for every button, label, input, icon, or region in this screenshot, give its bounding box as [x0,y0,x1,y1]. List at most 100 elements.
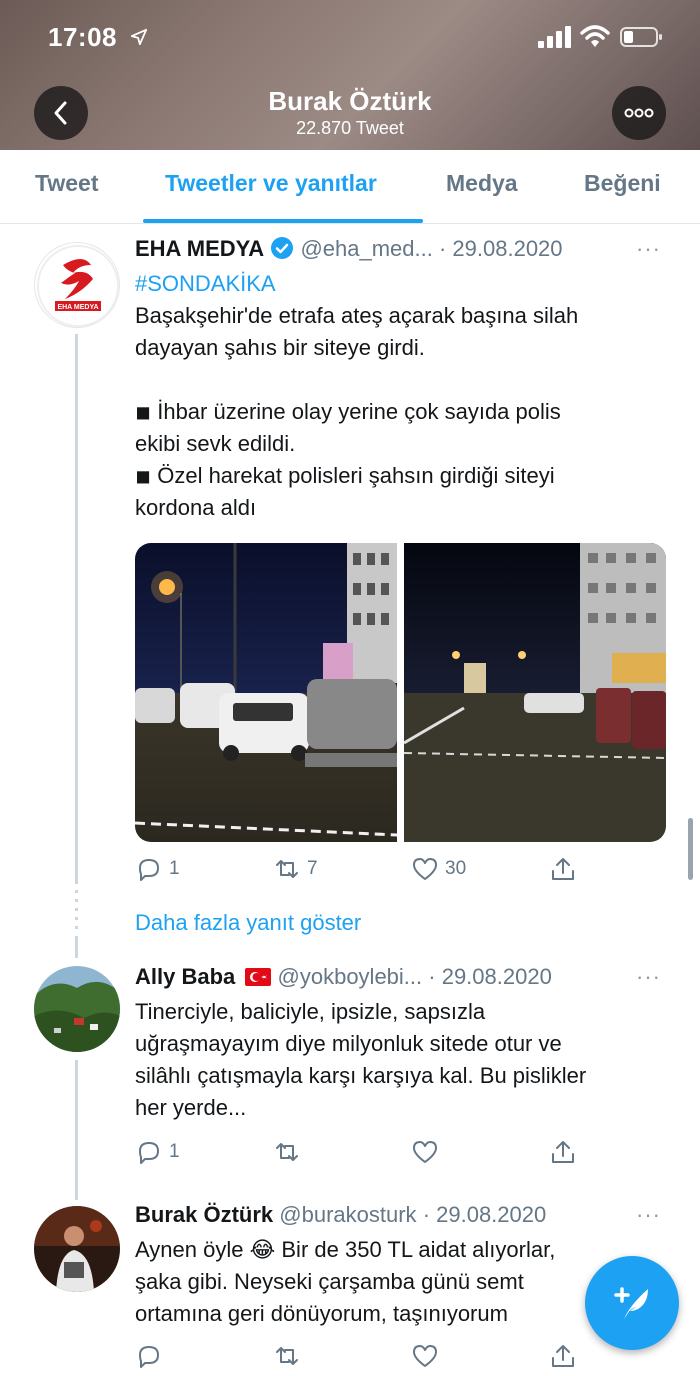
share-icon [552,1141,574,1163]
author-name[interactable]: Burak Öztürk [135,1202,273,1227]
like-button[interactable] [411,1138,439,1166]
ellipsis-icon [624,108,654,118]
turkish-flag-icon [245,968,272,986]
logo-text: EHA MEDYA [57,304,98,311]
wifi-icon [580,25,610,47]
thread-line [75,936,78,958]
tweet-line: Aynen öyle 😂 Bir de 350 TL aidat alıyorl… [135,1237,556,1262]
share-icon [552,858,574,880]
author-name[interactable]: Ally Baba [135,964,235,989]
reply-button[interactable]: 1 [135,855,180,883]
heart-icon [413,1345,437,1367]
tweet-actions [135,1342,585,1376]
tweet-line: kordona aldı [135,495,257,520]
tweet-line: ortamına geri dönüyorum, taşınıyorum [135,1301,508,1326]
reply-button[interactable]: 1 [135,1138,180,1166]
share-button[interactable] [549,1138,577,1166]
retweet-button[interactable]: 7 [273,855,318,883]
tweet-line: şaka gibi. Neyseki çarşamba günü semt [135,1269,524,1294]
tweet-line: her yerde... [135,1095,247,1120]
person-avatar-image [34,1206,120,1292]
like-button[interactable] [411,1342,439,1370]
tweet-line: Tinerciyle, baliciyle, ipsizle, sapsızla [135,999,486,1024]
heart-icon [413,858,437,880]
share-button[interactable] [549,1342,577,1370]
like-button[interactable]: 30 [411,855,466,883]
active-tab-indicator [143,219,423,223]
thread-line [75,1060,78,1200]
profile-header: 17:08 Burak Öztürk 22.870 Tweet [0,0,700,150]
retweet-button[interactable] [273,1138,301,1166]
tab-tweets-and-replies[interactable]: Tweetler ve yanıtlar [165,170,377,197]
retweet-button[interactable] [273,1342,301,1370]
share-button[interactable] [549,855,577,883]
reply-icon [139,1346,159,1368]
heart-icon [413,1141,437,1163]
author-handle[interactable]: @yokboylebi... [278,964,423,989]
scroll-indicator[interactable] [688,818,693,880]
tweet-body: Tinerciyle, baliciyle, ipsizle, sapsızla… [135,996,655,1124]
tweet-menu-button[interactable]: ··· [636,964,661,990]
eha-medya-logo: EHA MEDYA [37,245,119,327]
profile-tabs: Tweet Tweetler ve yanıtlar Medya Beğeni [0,150,700,224]
reply-button[interactable] [135,1342,163,1370]
retweet-icon [276,1143,298,1161]
tweet-line: ◾ Özel harekat polisleri şahsın girdiği … [135,463,555,488]
night-street-photo[interactable] [135,543,397,842]
tweet-line: ◾ İhbar üzerine olay yerine çok sayıda p… [135,399,561,424]
tweet-line: uğraşmayayım diye milyonluk sitede otur … [135,1031,562,1056]
tweet-meta: Burak Öztürk @burakosturk · 29.08.2020 [135,1202,546,1228]
verified-badge-icon [271,237,294,259]
tweet-line: ekibi sevk edildi. [135,431,296,456]
thread-line [75,334,78,884]
author-handle[interactable]: @eha_med... [300,236,432,261]
tweet-date: · 29.08.2020 [438,236,563,261]
author-handle[interactable]: @burakosturk [279,1202,416,1227]
tweet-media-grid[interactable] [135,543,666,842]
tab-media[interactable]: Medya [446,170,518,197]
like-count: 30 [445,858,467,879]
battery-icon [620,27,662,47]
tweet-body: Aynen öyle 😂 Bir de 350 TL aidat alıyorl… [135,1234,655,1330]
landscape-avatar-image [34,966,120,1052]
avatar[interactable] [34,1206,120,1292]
avatar[interactable]: EHA MEDYA [34,242,120,328]
cellular-signal-icon [538,26,571,48]
more-options-button[interactable] [612,86,666,140]
share-icon [552,1345,574,1367]
status-time: 17:08 [48,22,117,52]
retweet-icon [276,860,298,878]
tweet-meta: EHA MEDYA @eha_med... · 29.08.2020 [135,236,563,262]
compose-tweet-button[interactable] [585,1256,679,1350]
tweet-line [135,364,655,396]
tweet-date: · 29.08.2020 [428,964,552,989]
tab-likes[interactable]: Beğeni [584,170,661,197]
thread-gap-dots [75,890,78,930]
feather-plus-icon [614,1287,648,1319]
reply-icon [139,859,159,881]
retweet-count: 7 [307,858,318,879]
tweet-actions: 1 7 30 [135,855,585,889]
retweet-icon [276,1347,298,1365]
tweet-meta: Ally Baba @yokboylebi... · 29.08.2020 [135,964,552,990]
tab-tweets[interactable]: Tweet [35,170,98,197]
tweet-line: dayayan şahıs bir siteye girdi. [135,335,425,360]
reply-count: 1 [169,1141,180,1162]
night-street-photo[interactable] [404,543,666,842]
author-name[interactable]: EHA MEDYA [135,236,264,261]
profile-name: Burak Öztürk [268,86,432,116]
tweet-menu-button[interactable]: ··· [636,236,661,262]
hashtag-link[interactable]: #SONDAKİKA [135,268,655,300]
location-arrow-icon [130,28,148,46]
tweet-line: silâhlı çatışmayla karşı karşıya kal. Bu… [135,1063,587,1088]
reply-icon [139,1142,159,1164]
status-bar: 17:08 [0,0,700,76]
show-more-replies-link[interactable]: Daha fazla yanıt göster [135,910,361,936]
tweet-date: · 29.08.2020 [422,1202,547,1227]
tweet-count: 22.870 Tweet [296,118,404,138]
tweet-line: Başakşehir'de etrafa ateş açarak başına … [135,303,579,328]
avatar[interactable] [34,966,120,1052]
tweet-actions: 1 [135,1138,585,1172]
tweet-body: #SONDAKİKA Başakşehir'de etrafa ateş aça… [135,268,655,524]
tweet-menu-button[interactable]: ··· [636,1202,661,1228]
